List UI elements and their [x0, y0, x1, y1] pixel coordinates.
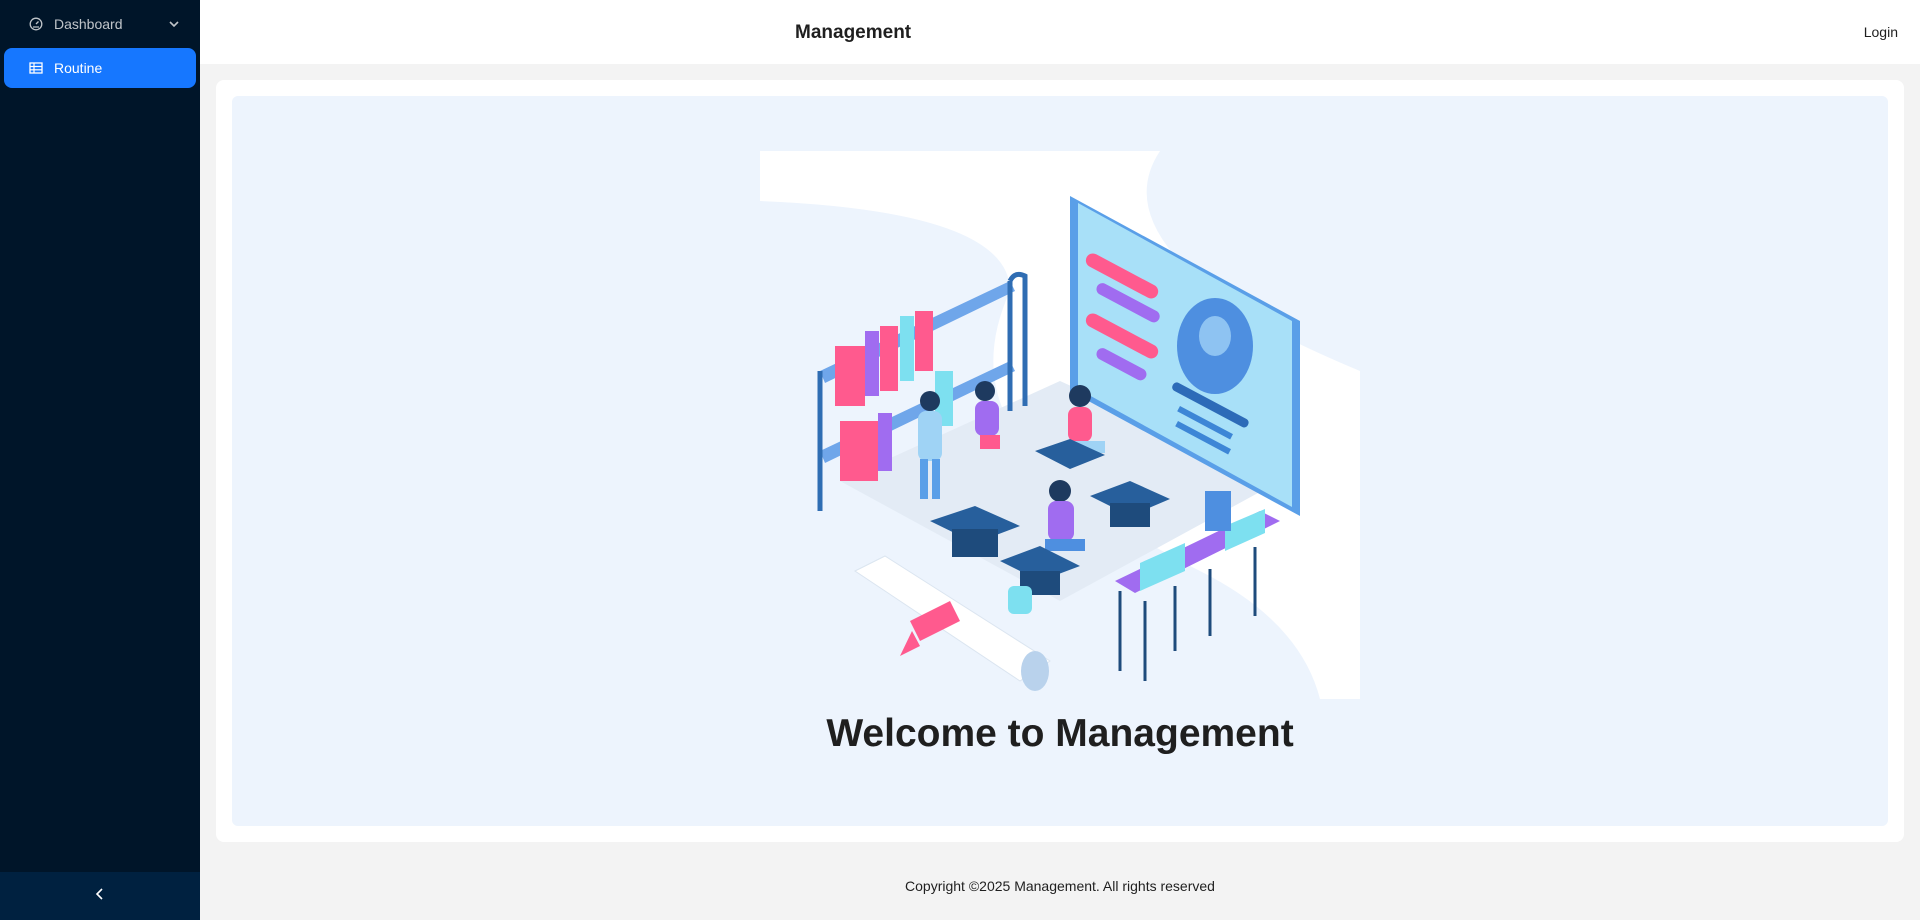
chevron-left-icon: [93, 887, 107, 906]
login-link[interactable]: Login: [1864, 0, 1898, 64]
table-icon: [28, 60, 44, 76]
sidebar-item-dashboard[interactable]: Dashboard: [4, 4, 196, 44]
sidebar-item-label: Routine: [54, 60, 103, 76]
dashboard-icon: [28, 16, 44, 32]
sidebar-collapse-button[interactable]: [0, 872, 200, 920]
welcome-heading: Welcome to Management: [826, 712, 1294, 755]
top-header: Management Login: [200, 0, 1920, 64]
page-title: Management: [795, 22, 912, 43]
sidebar: Dashboard Routine: [0, 0, 200, 920]
chevron-down-icon: [166, 16, 182, 32]
sidebar-item-label: Dashboard: [54, 16, 123, 32]
sidebar-item-routine[interactable]: Routine: [4, 48, 196, 88]
education-classroom-illustration: [760, 151, 1360, 699]
footer-copyright: Copyright ©2025 Management. All rights r…: [905, 878, 1215, 894]
